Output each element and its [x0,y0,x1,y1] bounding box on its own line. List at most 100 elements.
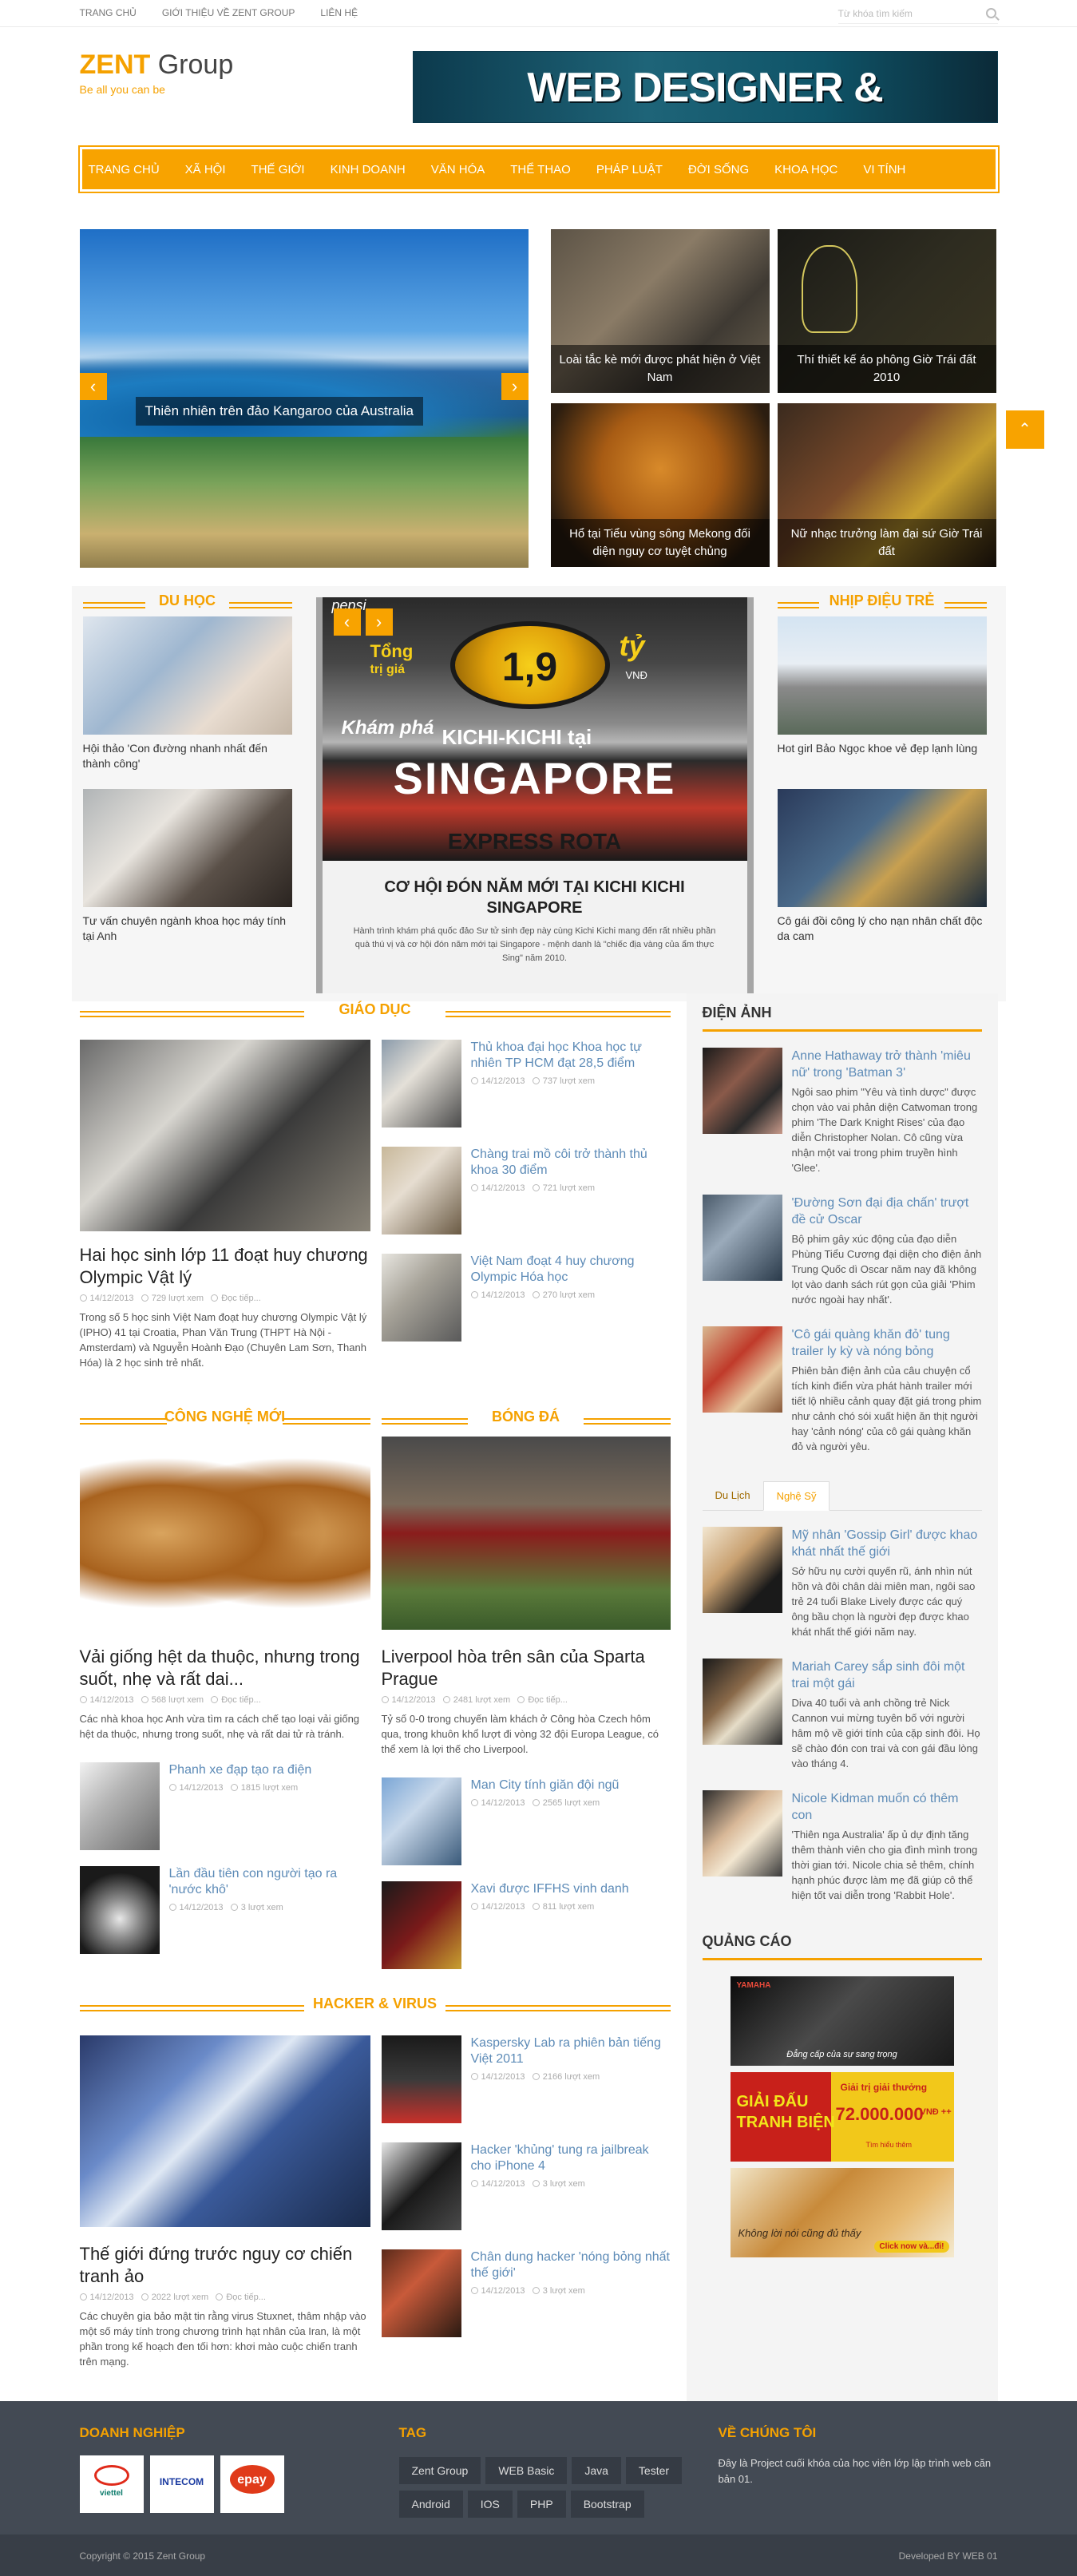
ad-tranh-bien[interactable]: GIẢI ĐẤU TRANH BIỆN Giải trị giải thưởng… [730,2072,954,2162]
tag-item[interactable]: PHP [517,2491,566,2518]
search-input[interactable]: Từ khóa tìm kiếm [837,3,998,24]
center-prev-arrow[interactable]: ‹ [333,608,361,636]
hacker-main-image[interactable] [79,2035,370,2227]
center-next-arrow[interactable]: › [365,608,393,636]
header-banner[interactable]: WEB DESIGNER & DEVELOPER [412,51,998,183]
list-item-image[interactable] [381,2035,461,2123]
read-more-link[interactable]: Đọc tiếp... [226,2293,266,2302]
kichi-banner[interactable]: pepsi 1,9 tỷ Tổng trị giá VNĐ Khám phá K… [322,597,747,861]
nav-item-business[interactable]: KINH DOANH [331,163,406,176]
tag-item[interactable]: Zent Group [398,2457,481,2484]
top-nav-home[interactable]: TRANG CHỦ [80,0,137,26]
hacker-main-title[interactable]: Thế giới đứng trước nguy cơ chiến tranh … [80,2243,370,2288]
list-item-image[interactable] [79,1866,160,1954]
list-item-image[interactable] [381,1254,461,1342]
scroll-top-button[interactable]: ⌃ [1005,410,1044,449]
tag-item[interactable]: WEB Basic [485,2457,568,2484]
hero-tile-caption[interactable]: Hổ tại Tiểu vùng sông Mekong đối diện ng… [550,519,770,567]
du-hoc-item-2[interactable]: Tư vấn chuyên ngành khoa học máy tính tạ… [83,913,292,944]
tag-item[interactable]: Android [398,2491,463,2518]
sidebar-item-title[interactable]: 'Cô gái quàng khăn đỏ' tung trailer ly k… [792,1326,982,1360]
sidebar-item-title[interactable]: Mỹ nhân 'Gossip Girl' được khao khát nhấ… [792,1527,982,1560]
featured-center-title[interactable]: CƠ HỘI ĐÓN NĂM MỚI TẠI KICHI KICHI SINGA… [346,877,723,918]
partner-logo-viettel[interactable]: viettel [79,2455,144,2513]
read-more-link[interactable]: Đọc tiếp... [221,1294,261,1303]
sidebar-item-image[interactable] [702,1527,782,1613]
sidebar-item-title[interactable]: 'Đường Sơn đại địa chấn' trượt đề cử Osc… [792,1195,982,1228]
du-hoc-image-2[interactable] [82,789,292,907]
nav-item-computing[interactable]: VI TÍNH [863,163,905,176]
list-item-title[interactable]: Chàng trai mồ côi trở thành thủ khoa 30 … [471,1147,671,1179]
search-icon[interactable] [985,8,996,18]
tag-item[interactable]: Tester [625,2457,683,2484]
sidebar-item-title[interactable]: Anne Hathaway trở thành 'miêu nữ' trong … [792,1048,982,1081]
top-nav-about[interactable]: GIỚI THIỆU VỀ ZENT GROUP [162,0,295,26]
hero-tile-tiger[interactable]: Hổ tại Tiểu vùng sông Mekong đối diện ng… [550,403,770,567]
hero-main-image[interactable]: Thiên nhiên trên đảo Kangaroo của Austra… [79,229,529,568]
list-item-title[interactable]: Man City tính giăn đội ngũ [471,1777,620,1793]
top-nav-contact[interactable]: LIÊN HỆ [320,0,358,26]
giao-duc-main-image[interactable] [79,1040,370,1231]
read-more-link[interactable]: Đọc tiếp... [221,1695,261,1705]
sidebar-item-image[interactable] [702,1790,782,1877]
ad-travel[interactable]: Không lời nói cũng đủ thấy Click now và.… [730,2168,954,2257]
hero-tile-earth-hour[interactable]: Thí thiết kế áo phông Giờ Trái đất 2010 [777,229,996,393]
list-item-title[interactable]: Việt Nam đoạt 4 huy chương Olympic Hóa h… [471,1254,671,1286]
tag-item[interactable]: Java [572,2457,621,2484]
read-more-link[interactable]: Đọc tiếp... [528,1695,568,1705]
hero-next-arrow[interactable]: › [501,373,529,400]
list-item-title[interactable]: Phanh xe đạp tạo ra điện [169,1762,312,1778]
ad-yamaha[interactable]: YAMAHA Đẳng cấp của sự sang trọng [730,1976,954,2066]
logo[interactable]: ZENT Group [80,50,234,81]
giao-duc-main-title[interactable]: Hai học sinh lớp 11 đoạt huy chương Olym… [80,1244,370,1289]
nav-item-culture[interactable]: VĂN HÓA [431,163,485,176]
nav-item-law[interactable]: PHÁP LUẬT [596,163,663,176]
list-item-image[interactable] [381,1777,461,1865]
partner-logo-intecom[interactable]: INTECOM [149,2455,214,2513]
nhip-dieu-item-1[interactable]: Hot girl Bảo Ngọc khoe vẻ đẹp lạnh lùng [778,741,987,789]
ad-more-link[interactable]: Tìm hiểu thêm [866,2141,913,2149]
sidebar-item-image[interactable] [702,1659,782,1745]
nav-item-home[interactable]: TRANG CHỦ [89,163,160,176]
bong-da-main-title[interactable]: Liverpool hòa trên sân của Sparta Prague [382,1646,671,1690]
list-item-image[interactable] [381,2249,461,2337]
tag-item[interactable]: Bootstrap [570,2491,644,2518]
nav-item-sports[interactable]: THỂ THAO [510,163,571,176]
list-item-image[interactable] [381,1881,461,1969]
bong-da-main-image[interactable] [381,1437,671,1630]
du-hoc-image-1[interactable] [82,616,292,735]
nav-item-life[interactable]: ĐỜI SỐNG [688,163,749,176]
hero-tile-conductor[interactable]: Nữ nhạc trưởng làm đại sứ Giờ Trái đất [777,403,996,567]
tab-nghe-sy[interactable]: Nghệ Sỹ [762,1481,830,1511]
nav-item-science[interactable]: KHOA HỌC [774,163,837,176]
list-item-image[interactable] [381,2142,461,2230]
sidebar-item-image[interactable] [702,1048,782,1134]
ad-click-button[interactable]: Click now và...đi! [874,2241,949,2253]
nhip-dieu-image-1[interactable] [777,616,987,735]
hero-tile-gecko[interactable]: Loài tắc kè mới được phát hiện ở Việt Na… [550,229,770,393]
list-item-title[interactable]: Chân dung hacker 'nóng bỏng nhất thế giớ… [471,2249,671,2281]
nhip-dieu-item-2[interactable]: Cô gái đồi công lý cho nạn nhân chất độc… [778,913,987,944]
sidebar-item-image[interactable] [702,1195,782,1281]
nav-item-world[interactable]: THẾ GIỚI [251,163,305,176]
nhip-dieu-image-2[interactable] [777,789,987,907]
cong-nghe-main-image[interactable] [79,1437,370,1630]
nav-item-society[interactable]: XÃ HỘI [185,163,226,176]
list-item-image[interactable] [79,1762,160,1850]
hero-tile-caption[interactable]: Thí thiết kế áo phông Giờ Trái đất 2010 [777,345,996,393]
list-item-image[interactable] [381,1040,461,1127]
sidebar-item-title[interactable]: Nicole Kidman muốn có thêm con [792,1790,982,1824]
list-item-title[interactable]: Kaspersky Lab ra phiên bản tiếng Việt 20… [471,2035,671,2067]
list-item-image[interactable] [381,1147,461,1234]
du-hoc-item-1[interactable]: Hội thảo 'Con đường nhanh nhất đến thành… [83,741,292,789]
hero-tile-caption[interactable]: Nữ nhạc trưởng làm đại sứ Giờ Trái đất [777,519,996,567]
sidebar-item-image[interactable] [702,1326,782,1413]
list-item-title[interactable]: Thủ khoa đại học Khoa học tự nhiên TP HC… [471,1040,671,1072]
list-item-title[interactable]: Hacker 'khủng' tung ra jailbreak cho iPh… [471,2142,671,2174]
list-item-title[interactable]: Lần đầu tiên con người tạo ra 'nước khô' [169,1866,370,1898]
hero-prev-arrow[interactable]: ‹ [79,373,107,400]
tag-item[interactable]: IOS [467,2491,513,2518]
hero-main-caption[interactable]: Thiên nhiên trên đảo Kangaroo của Austra… [135,397,423,426]
cong-nghe-main-title[interactable]: Vải giống hệt da thuộc, nhưng trong suốt… [80,1646,370,1690]
list-item-title[interactable]: Xavi được IFFHS vinh danh [471,1881,629,1897]
